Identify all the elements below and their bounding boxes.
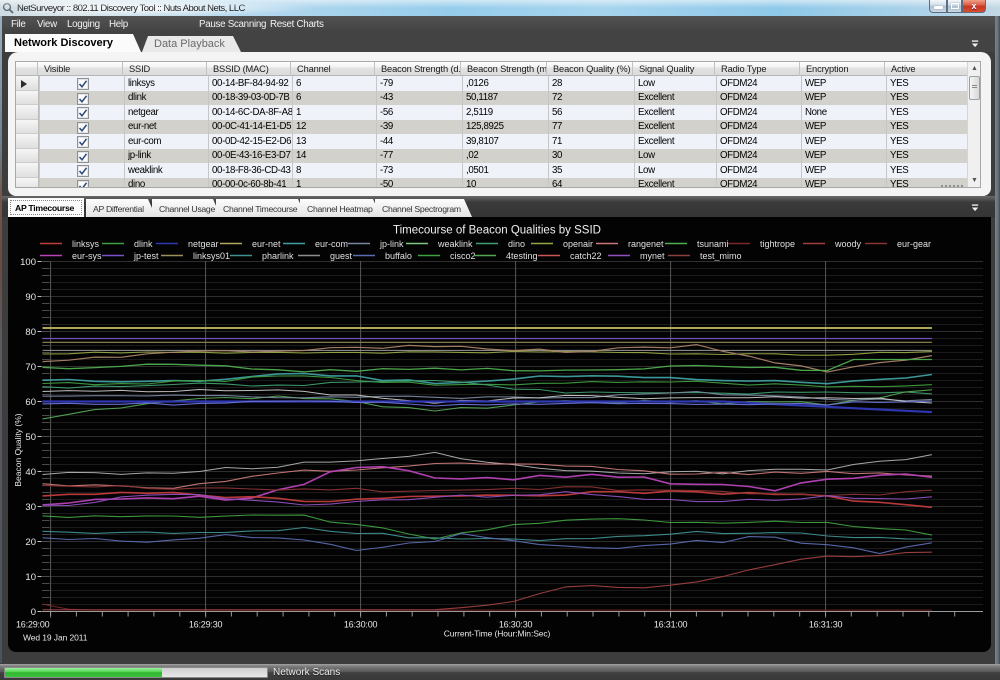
svg-text:jp-link: jp-link	[379, 239, 404, 249]
svg-text:dlink: dlink	[134, 239, 153, 249]
svg-text:eur-sys: eur-sys	[72, 251, 102, 261]
svg-text:rangenet: rangenet	[628, 239, 664, 249]
svg-text:test_mimo: test_mimo	[700, 251, 742, 261]
svg-text:linksys01: linksys01	[193, 251, 230, 261]
svg-text:10: 10	[25, 572, 36, 583]
svg-text:40: 40	[25, 467, 36, 478]
svg-text:0: 0	[31, 607, 36, 618]
svg-text:16:29:30: 16:29:30	[189, 620, 223, 630]
svg-text:Current-Time (Hour:Min:Sec): Current-Time (Hour:Min:Sec)	[444, 629, 551, 639]
svg-text:cisco2: cisco2	[450, 251, 476, 261]
svg-text:weaklink: weaklink	[437, 239, 473, 249]
svg-text:16:29:00: 16:29:00	[16, 620, 50, 630]
svg-text:4testing: 4testing	[506, 251, 538, 261]
svg-text:mynet: mynet	[640, 251, 665, 261]
svg-text:catch22: catch22	[570, 251, 602, 261]
svg-text:60: 60	[25, 397, 36, 408]
svg-text:tightrope: tightrope	[760, 239, 795, 249]
svg-text:guest: guest	[330, 251, 353, 261]
svg-text:openair: openair	[563, 239, 593, 249]
svg-text:tsunami: tsunami	[697, 239, 729, 249]
svg-text:buffalo: buffalo	[385, 251, 412, 261]
svg-text:30: 30	[25, 502, 36, 513]
svg-text:woody: woody	[834, 239, 862, 249]
svg-text:eur-gear: eur-gear	[897, 239, 931, 249]
svg-text:pharlink: pharlink	[262, 251, 294, 261]
svg-text:16:30:00: 16:30:00	[344, 620, 378, 630]
svg-text:linksys: linksys	[72, 239, 100, 249]
svg-text:Timecourse of Beacon Qualities: Timecourse of Beacon Qualities by SSID	[393, 225, 601, 237]
svg-text:netgear: netgear	[188, 239, 219, 249]
svg-text:16:31:30: 16:31:30	[809, 620, 843, 630]
svg-text:20: 20	[25, 537, 36, 548]
svg-text:eur-com: eur-com	[315, 239, 348, 249]
svg-text:eur-net: eur-net	[252, 239, 281, 249]
svg-text:Beacon Quality (%): Beacon Quality (%)	[13, 413, 23, 486]
svg-text:90: 90	[25, 292, 36, 303]
svg-text:Wed 19 Jan 2011: Wed 19 Jan 2011	[23, 633, 88, 643]
svg-text:jp-test: jp-test	[133, 251, 159, 261]
svg-text:100: 100	[20, 257, 36, 268]
svg-text:70: 70	[25, 362, 36, 373]
svg-text:dino: dino	[508, 239, 525, 249]
svg-text:16:31:00: 16:31:00	[654, 620, 688, 630]
svg-text:50: 50	[25, 432, 36, 443]
svg-text:80: 80	[25, 327, 36, 338]
